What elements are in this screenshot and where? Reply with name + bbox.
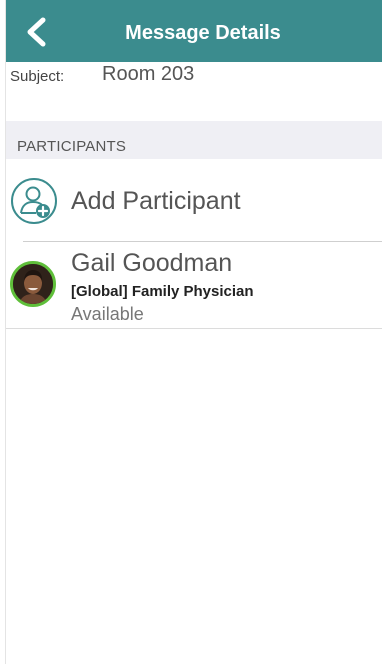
subject-label: Subject: [10, 68, 65, 85]
participants-section-header: PARTICIPANTS [6, 121, 382, 159]
participant-role: [Global] Family Physician [71, 283, 254, 300]
person-photo-icon [13, 264, 53, 304]
page-title: Message Details [125, 22, 281, 44]
participants-header-label: PARTICIPANTS [17, 138, 127, 155]
divider [6, 328, 382, 329]
add-participant-label: Add Participant [71, 187, 241, 215]
participant-status: Available [71, 304, 144, 324]
add-participant-button[interactable]: Add Participant [6, 159, 382, 241]
message-details-screen: Message Details Subject: Room 203 PARTIC… [5, 0, 382, 664]
nav-bar: Message Details [6, 0, 382, 62]
participant-name: Gail Goodman [71, 249, 233, 277]
avatar [10, 261, 56, 307]
subject-value: Room 203 [102, 63, 195, 85]
subject-row: Subject: Room 203 [6, 62, 382, 120]
add-user-icon [11, 178, 57, 224]
participant-row[interactable]: Gail Goodman [Global] Family Physician A… [6, 242, 382, 328]
